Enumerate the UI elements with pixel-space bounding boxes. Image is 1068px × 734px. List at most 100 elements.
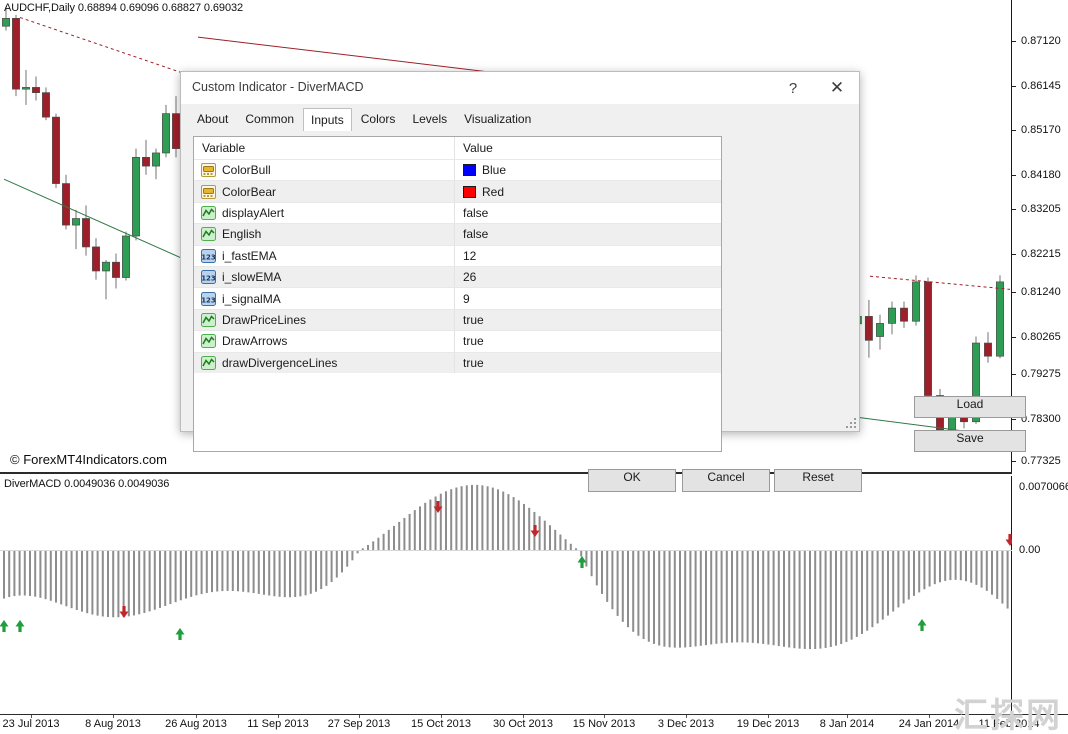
tab-colors[interactable]: Colors	[353, 109, 404, 130]
svg-text:123: 123	[201, 253, 216, 261]
price-tick-mark	[1012, 419, 1016, 420]
buy-arrow-icon	[15, 620, 25, 632]
price-tick-mark	[1012, 254, 1016, 255]
value-cell[interactable]: true	[455, 310, 721, 330]
ok-button[interactable]: OK	[588, 469, 676, 492]
date-tick-label: 30 Oct 2013	[493, 718, 553, 730]
indicator-plot-area[interactable]	[0, 476, 1012, 714]
price-tick-label: 0.84180	[1021, 169, 1061, 181]
value-text: false	[463, 227, 489, 242]
variable-cell: 123 i_fastEMA	[194, 245, 455, 266]
symbol-period-label: AUDCHF,Daily 0.68894 0.69096 0.68827 0.6…	[4, 2, 243, 14]
indicator-tick-label: 0.0070066	[1019, 481, 1068, 493]
value-cell[interactable]: false	[455, 203, 721, 223]
table-row[interactable]: 123 i_signalMA 9	[194, 287, 721, 309]
dialog-title: Custom Indicator - DiverMACD	[192, 80, 364, 94]
tab-common[interactable]: Common	[237, 109, 302, 130]
cancel-button[interactable]: Cancel	[682, 469, 770, 492]
value-text: 12	[463, 248, 477, 263]
price-tick-label: 0.83205	[1021, 203, 1061, 215]
date-tick-label: 24 Jan 2014	[898, 718, 960, 730]
indicator-value-axis[interactable]: 0.0070066 0.00	[1012, 476, 1068, 714]
price-tick-label: 0.80265	[1021, 331, 1061, 343]
load-button[interactable]: Load	[914, 396, 1026, 418]
help-icon[interactable]: ?	[775, 72, 811, 104]
tab-levels[interactable]: Levels	[404, 109, 455, 130]
number-icon: 123	[201, 291, 216, 306]
number-icon: 123	[201, 270, 216, 285]
value-text: true	[463, 355, 484, 370]
date-tick-label: 23 Jul 2013	[2, 718, 60, 730]
value-cell[interactable]: 9	[455, 288, 721, 308]
price-tick-label: 0.77325	[1021, 455, 1061, 467]
table-row[interactable]: 123 i_slowEMA 26	[194, 265, 721, 288]
resize-grip-icon[interactable]	[846, 418, 857, 429]
value-cell[interactable]: Red	[455, 181, 721, 201]
metatrader-window: AUDCHF,Daily 0.68894 0.69096 0.68827 0.6…	[0, 0, 1068, 734]
table-header-row: Variable Value	[194, 137, 721, 159]
value-cell[interactable]: 12	[455, 246, 721, 266]
site-watermark: 汇探网	[954, 696, 1062, 734]
column-header-variable: Variable	[194, 137, 455, 159]
variable-cell: ColorBear	[194, 181, 455, 202]
value-cell[interactable]: Blue	[455, 160, 721, 180]
price-tick-label: 0.82215	[1021, 248, 1061, 260]
dialog-titlebar[interactable]: Custom Indicator - DiverMACD ? ✕	[181, 72, 859, 105]
sell-arrow-icon	[530, 525, 540, 537]
value-cell[interactable]: false	[455, 224, 721, 244]
dialog-tabs[interactable]: About Common Inputs Colors Levels Visualizati…	[189, 108, 539, 131]
variable-name: English	[222, 227, 262, 242]
value-text: Red	[482, 184, 505, 199]
date-axis[interactable]: 23 Jul 2013 8 Aug 2013 26 Aug 2013 11 Sep 2…	[0, 714, 1068, 734]
table-row[interactable]: DrawArrows true	[194, 330, 721, 352]
table-row[interactable]: drawDivergenceLines true	[194, 351, 721, 373]
table-row[interactable]: displayAlert false	[194, 201, 721, 224]
price-tick-mark	[1012, 461, 1016, 462]
indicator-name-label: DiverMACD 0.0049036 0.0049036	[4, 478, 170, 490]
table-row[interactable]: DrawPriceLines true	[194, 308, 721, 331]
price-tick-mark	[1012, 41, 1016, 42]
reset-button[interactable]: Reset	[774, 469, 862, 492]
custom-indicator-dialog[interactable]: Custom Indicator - DiverMACD ? ✕ About Co…	[180, 71, 1026, 492]
indicator-pane[interactable]: DiverMACD 0.0049036 0.0049036 0.0070066 0…	[0, 476, 1068, 714]
value-text: true	[463, 312, 484, 327]
table-row[interactable]: ColorBull Blue	[194, 159, 721, 181]
table-row[interactable]: English false	[194, 223, 721, 245]
boolean-icon	[201, 205, 216, 220]
copyright-label: © ForexMT4Indicators.com	[10, 452, 167, 467]
boolean-icon	[201, 334, 216, 349]
value-cell[interactable]: true	[455, 331, 721, 351]
close-icon[interactable]: ✕	[819, 72, 855, 104]
variable-cell: displayAlert	[194, 202, 455, 224]
column-header-value: Value	[463, 141, 493, 155]
svg-text:123: 123	[201, 296, 216, 304]
date-tick-label: 8 Jan 2014	[819, 718, 875, 730]
variable-cell: 123 i_slowEMA	[194, 266, 455, 288]
value-cell[interactable]: 26	[455, 267, 721, 287]
tab-about[interactable]: About	[189, 109, 236, 130]
price-tick-label: 0.79275	[1021, 368, 1061, 380]
tab-inputs[interactable]: Inputs	[303, 108, 352, 131]
table-body[interactable]: ColorBull Blue ColorBear Red displayAlert fal…	[194, 159, 721, 373]
price-tick-mark	[1012, 292, 1016, 293]
variable-name: i_signalMA	[222, 291, 281, 306]
price-tick-label: 0.86145	[1021, 80, 1061, 92]
color-swatch	[463, 185, 476, 198]
date-tick-label: 15 Oct 2013	[411, 718, 471, 730]
value-cell[interactable]: true	[455, 353, 721, 373]
variable-name: DrawPriceLines	[222, 312, 307, 327]
date-tick-label: 11 Sep 2013	[247, 718, 309, 730]
price-tick-mark	[1012, 337, 1016, 338]
tab-visualization[interactable]: Visualization	[456, 109, 539, 130]
save-button[interactable]: Save	[914, 430, 1026, 452]
date-tick-label: 8 Aug 2013	[85, 718, 141, 730]
inputs-table[interactable]: Variable Value ColorBull Blue ColorBear Red…	[193, 136, 722, 452]
buy-arrow-icon	[577, 556, 587, 568]
macd-histogram-svg	[0, 484, 1012, 650]
price-tick-label: 0.87120	[1021, 35, 1061, 47]
table-row[interactable]: ColorBear Red	[194, 180, 721, 202]
price-tick-label: 0.78300	[1021, 413, 1061, 425]
price-tick-mark	[1012, 209, 1016, 210]
indicator-tick-label: 0.00	[1019, 544, 1041, 556]
table-row[interactable]: 123 i_fastEMA 12	[194, 244, 721, 266]
